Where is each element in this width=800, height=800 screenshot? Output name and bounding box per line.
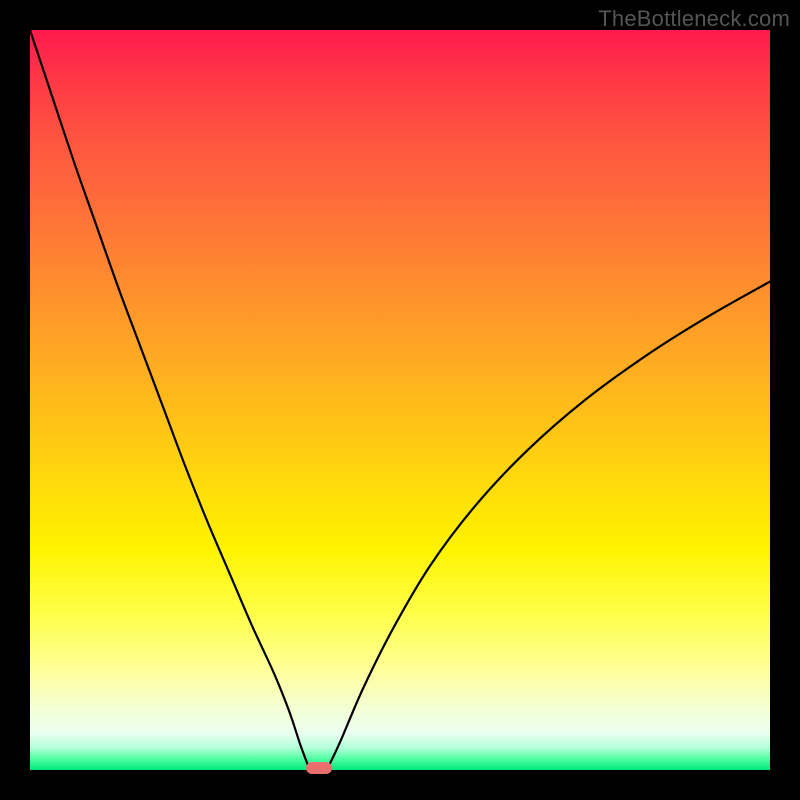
curve-layer (30, 30, 770, 770)
plot-area (30, 30, 770, 770)
left-branch-curve (30, 30, 308, 764)
right-branch-curve (330, 282, 770, 764)
min-marker (306, 762, 332, 774)
watermark-text: TheBottleneck.com (598, 6, 790, 32)
chart-frame: TheBottleneck.com (0, 0, 800, 800)
